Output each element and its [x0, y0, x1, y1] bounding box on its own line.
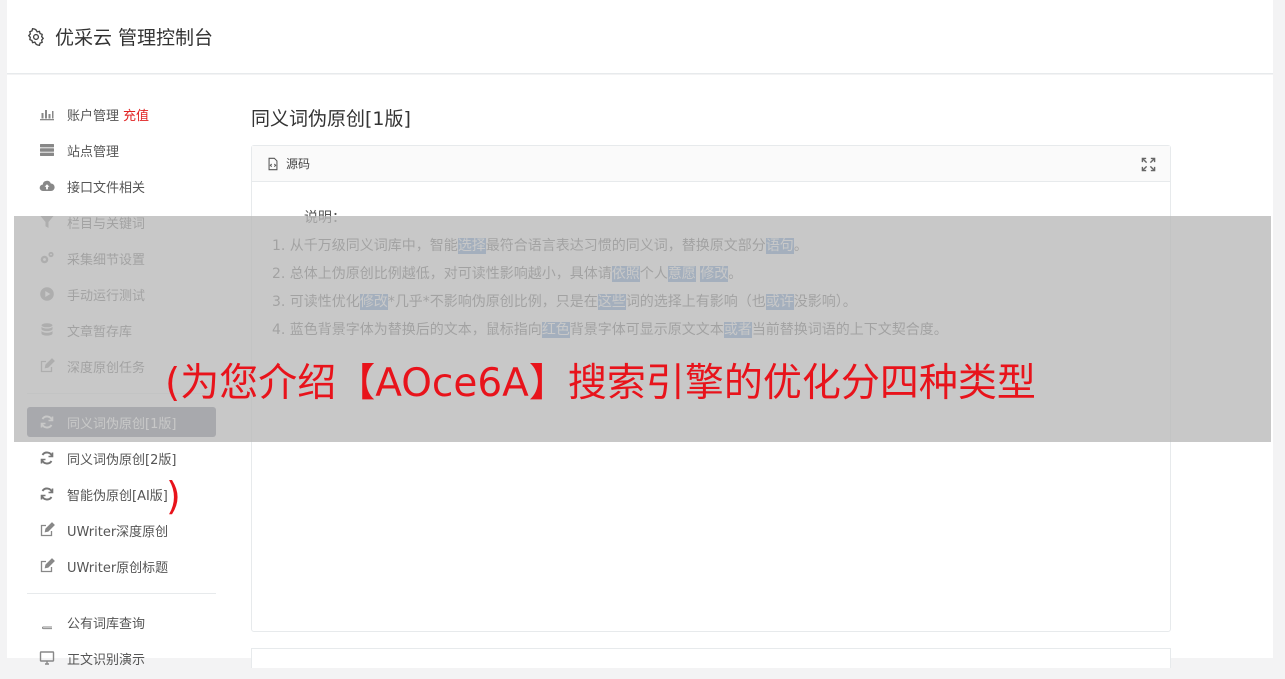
sidebar-item-label: 账户管理: [67, 108, 120, 124]
sidebar-item-b-3[interactable]: UWriter深度原创: [27, 515, 216, 545]
second-panel: [251, 648, 1171, 668]
sidebar-item-label: UWriter深度原创: [67, 524, 169, 540]
recharge-link[interactable]: 充值: [123, 105, 149, 124]
panel-title: 源码: [286, 157, 311, 171]
sidebar-item-b-2[interactable]: 智能伪原创[AI版]: [27, 479, 216, 509]
server-icon: [38, 142, 55, 159]
sidebar-item-label: 接口文件相关: [67, 180, 146, 196]
sidebar-item-a-2[interactable]: 接口文件相关: [27, 171, 216, 201]
sidebar-item-label: 正文识别演示: [67, 652, 146, 668]
main-content: 同义词伪原创[1版] 源码 说明： 1. 从千万级同义词库中，智能选择最符合语言…: [251, 105, 1171, 632]
ad-overlay-banner: [14, 216, 1271, 442]
overlay-headline: (为您介绍【AOce6A】搜索引擎的优化分四种类型: [165, 361, 1036, 406]
monitor-icon: [38, 650, 55, 667]
refresh-icon: [38, 450, 55, 467]
sidebar-item-label: UWriter原创标题: [67, 560, 169, 576]
top-header: 优采云 管理控制台: [7, 0, 1273, 74]
refresh-icon: [38, 486, 55, 503]
sidebar-item-label: 公有词库查询: [67, 616, 146, 632]
edit-icon: [38, 522, 55, 539]
bar-chart-icon: [38, 106, 55, 123]
page-title: 同义词伪原创[1版]: [251, 108, 411, 130]
code-file-icon: [268, 157, 278, 170]
sidebar-item-a-0[interactable]: 账户管理 充值: [27, 99, 216, 129]
gear-icon: [27, 27, 45, 46]
sidebar-item-b-4[interactable]: UWriter原创标题: [27, 551, 216, 581]
sidebar-divider: [27, 593, 216, 594]
sidebar-item-a-1[interactable]: 站点管理: [27, 135, 216, 165]
sidebar-item-c-0[interactable]: 公有词库查询: [27, 607, 216, 637]
sidebar-item-c-1[interactable]: 正文识别演示: [27, 643, 216, 673]
sidebar-item-b-1[interactable]: 同义词伪原创[2版]: [27, 443, 216, 473]
sidebar-item-label: 同义词伪原创[2版]: [67, 452, 177, 468]
edit-icon: [38, 558, 55, 575]
sidebar-item-label: 站点管理: [67, 144, 120, 160]
app-title: 优采云 管理控制台: [55, 27, 214, 49]
panel-header: 源码: [252, 146, 1170, 182]
cloud-upload-icon: [38, 178, 55, 195]
expand-icon[interactable]: [1141, 157, 1156, 172]
book-icon: [38, 614, 55, 631]
overlay-paren: ): [166, 474, 181, 518]
sidebar-item-label: 智能伪原创[AI版]: [67, 488, 168, 504]
